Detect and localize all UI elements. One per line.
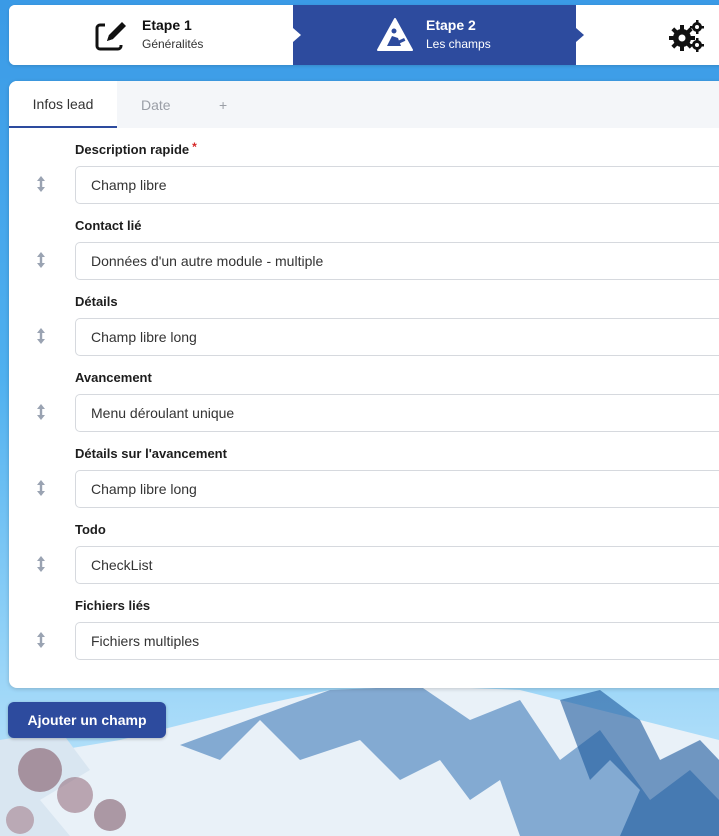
field-row: Description rapide * Champ libre [9, 128, 719, 204]
fields-card: Infos lead Date + Description rapide * Ch… [9, 81, 719, 688]
drag-handle-icon[interactable] [35, 251, 47, 269]
drag-handle-icon[interactable] [35, 175, 47, 193]
wizard-stepper: Etape 1 Généralités Etape 2 Les champs [9, 5, 719, 65]
add-tab-button[interactable]: + [219, 81, 227, 128]
field-row: Todo CheckList [9, 508, 719, 584]
field-type-box[interactable]: Menu déroulant unique [75, 394, 719, 432]
field-label: Contact lié [75, 218, 142, 233]
field-row: Avancement Menu déroulant unique [9, 356, 719, 432]
gears-icon [668, 19, 706, 53]
drag-handle-icon[interactable] [35, 327, 47, 345]
drag-handle-icon[interactable] [35, 479, 47, 497]
tab-date[interactable]: Date [141, 81, 171, 128]
required-marker: * [192, 140, 197, 154]
field-label: Détails [75, 294, 118, 309]
step-1[interactable]: Etape 1 Généralités [9, 5, 293, 65]
drag-handle-icon[interactable] [35, 555, 47, 573]
step-2-title: Etape 2 [426, 17, 476, 33]
field-type-box[interactable]: Champ libre long [75, 318, 719, 356]
field-label: Description rapide * [75, 140, 197, 157]
drag-handle-icon[interactable] [35, 631, 47, 649]
step-arrow [576, 28, 584, 42]
drag-handle-icon[interactable] [35, 403, 47, 421]
field-type-box[interactable]: Champ libre long [75, 470, 719, 508]
field-row: Détails sur l'avancement Champ libre lon… [9, 432, 719, 508]
field-label: Todo [75, 522, 106, 537]
step-1-subtitle: Généralités [142, 37, 204, 51]
field-list: Description rapide * Champ libre Contact … [9, 128, 719, 660]
field-row: Détails Champ libre long [9, 280, 719, 356]
field-label: Détails sur l'avancement [75, 446, 227, 461]
step-2[interactable]: Etape 2 Les champs [293, 5, 576, 65]
field-type-box[interactable]: Données d'un autre module - multiple [75, 242, 719, 280]
field-type-box[interactable]: Fichiers multiples [75, 622, 719, 660]
tab-infos-lead[interactable]: Infos lead [9, 81, 117, 128]
edit-icon [95, 19, 129, 53]
field-type-box[interactable]: Champ libre [75, 166, 719, 204]
add-field-button[interactable]: Ajouter un champ [8, 702, 166, 738]
step-2-subtitle: Les champs [426, 37, 491, 51]
field-row: Fichiers liés Fichiers multiples [9, 584, 719, 660]
construction-icon [376, 17, 414, 53]
step-3[interactable] [576, 5, 719, 65]
tab-bar: Infos lead Date + [9, 81, 719, 128]
field-type-box[interactable]: CheckList [75, 546, 719, 584]
field-row: Contact lié Données d'un autre module - … [9, 204, 719, 280]
step-1-title: Etape 1 [142, 17, 192, 33]
field-label: Avancement [75, 370, 152, 385]
step-arrow [293, 28, 301, 42]
field-label: Fichiers liés [75, 598, 151, 613]
